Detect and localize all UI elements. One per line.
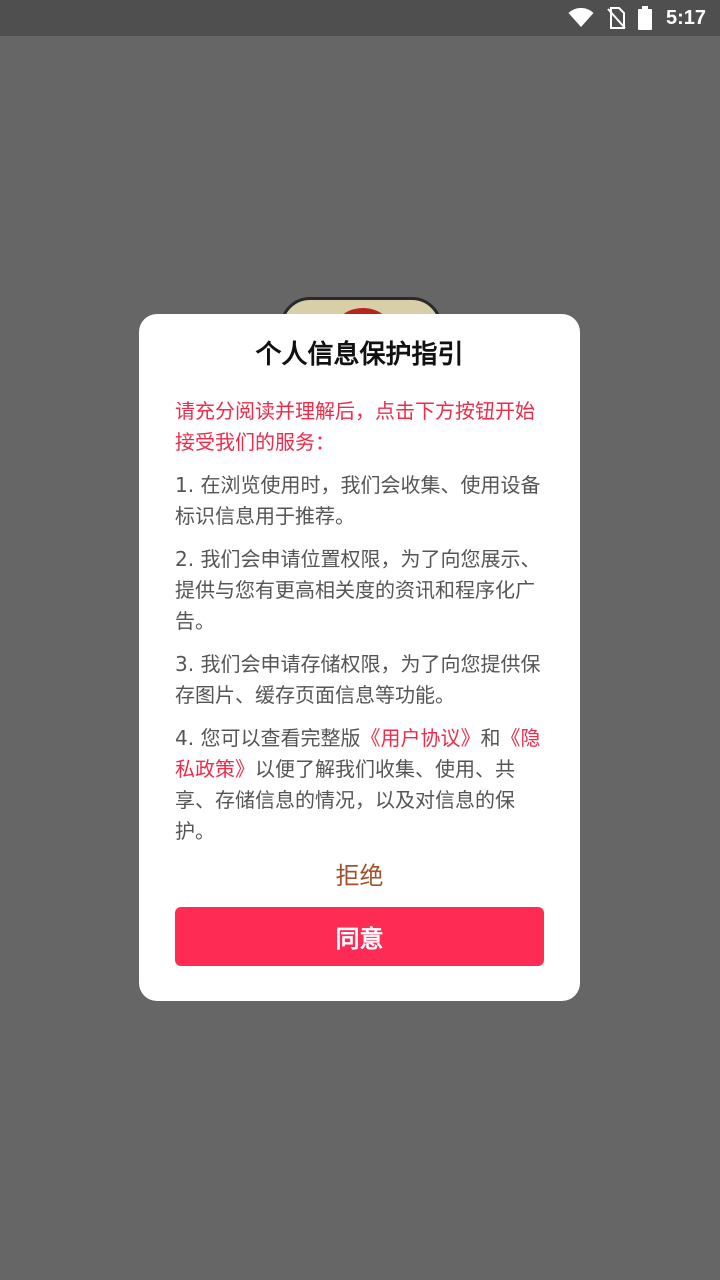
user-agreement-link[interactable]: 《用户协议》 — [360, 726, 480, 750]
privacy-item-2: 2. 我们会申请位置权限，为了向您展示、提供与您有更高相关度的资讯和程序化广告。 — [175, 547, 541, 633]
wifi-icon — [568, 8, 594, 28]
item-4-prefix: 4. 您可以查看完整版 — [175, 726, 361, 750]
privacy-item-3: 3. 我们会申请存储权限，为了向您提供保存图片、缓存页面信息等功能。 — [175, 652, 541, 707]
dialog-intro: 请充分阅读并理解后，点击下方按钮开始接受我们的服务： — [175, 399, 535, 454]
screen: 5:17 个人信息保护指引 请充分阅读并理解后，点击下方按钮开始接受我们的服务：… — [0, 0, 720, 1280]
status-bar: 5:17 — [0, 0, 720, 36]
dialog-title: 个人信息保护指引 — [255, 340, 464, 370]
item-4-and: 和 — [480, 726, 501, 750]
privacy-item-1: 1. 在浏览使用时，我们会收集、使用设备标识信息用于推荐。 — [175, 473, 541, 528]
reject-button[interactable]: 拒绝 — [175, 859, 544, 893]
privacy-item-4: 4. 您可以查看完整版《用户协议》和《隐私政策》以便了解我们收集、使用、共享、存… — [175, 723, 544, 847]
battery-icon — [637, 6, 652, 30]
no-sim-icon — [606, 7, 626, 29]
privacy-dialog: 个人信息保护指引 请充分阅读并理解后，点击下方按钮开始接受我们的服务： 1. 在… — [139, 314, 580, 1001]
status-time: 5:17 — [665, 6, 706, 29]
agree-button[interactable]: 同意 — [175, 907, 544, 966]
agree-button-label: 同意 — [335, 925, 384, 953]
